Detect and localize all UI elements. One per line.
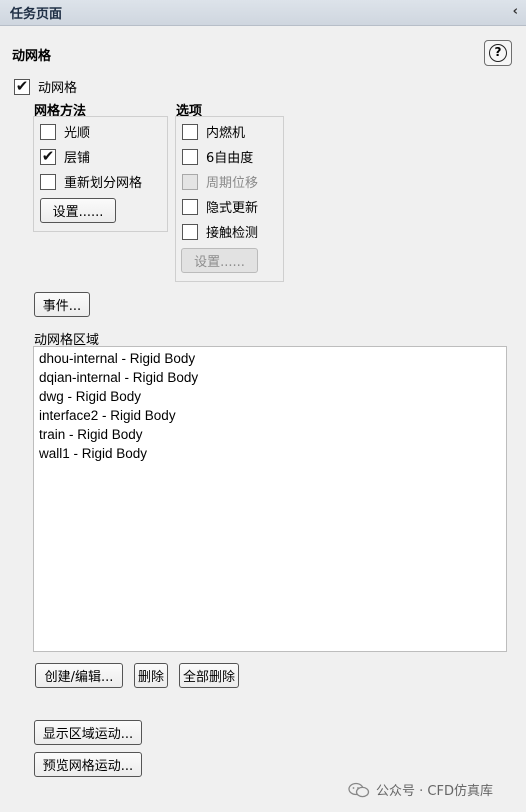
list-item[interactable]: dhou-internal - Rigid Body [34,349,506,368]
method-remeshing-checkbox[interactable] [40,173,56,190]
help-button[interactable]: ? [484,40,512,66]
wechat-icon [348,782,370,798]
method-remeshing-label: 重新划分网格 [64,176,143,191]
mesh-methods-settings-button[interactable]: 设置...... [40,198,116,223]
method-layering-label: 层铺 [64,151,91,166]
dynamic-mesh-checkbox[interactable]: ✔ [14,77,30,95]
option-ic-engine-checkbox[interactable] [182,123,198,140]
option-ic-engine-label: 内燃机 [206,126,246,141]
option-6dof-row[interactable]: 6自由度 [182,147,253,166]
method-remeshing-row[interactable]: 重新划分网格 [40,172,142,191]
window-title: 任务页面 [10,7,63,22]
option-implicit-update-row[interactable]: 隐式更新 [182,197,258,216]
list-item[interactable]: interface2 - Rigid Body [34,406,506,425]
method-smoothing-row[interactable]: 光顺 [40,122,90,141]
dynamic-mesh-label: 动网格 [38,81,78,96]
option-contact-detection-label: 接触检测 [206,226,259,241]
method-smoothing-checkbox[interactable] [40,123,56,140]
option-periodic-displacement-row: 周期位移 [182,172,258,191]
option-6dof-label: 6自由度 [206,151,254,166]
option-implicit-update-label: 隐式更新 [206,201,259,216]
method-layering-checkbox[interactable]: ✔ [40,147,56,165]
option-periodic-displacement-label: 周期位移 [206,176,259,191]
list-item[interactable]: train - Rigid Body [34,425,506,444]
list-item[interactable]: wall1 - Rigid Body [34,444,506,463]
options-settings-button: 设置...... [181,248,258,273]
panel-title: 动网格 [12,49,52,64]
list-item[interactable]: dwg - Rigid Body [34,387,506,406]
chevron-left-icon[interactable]: ‹ [513,4,518,19]
checkmark-icon: ✔ [41,147,55,165]
help-icon: ? [489,44,507,62]
option-implicit-update-checkbox[interactable] [182,198,198,215]
option-ic-engine-row[interactable]: 内燃机 [182,122,245,141]
create-edit-button[interactable]: 创建/编辑... [35,663,123,688]
display-zone-motion-button[interactable]: 显示区域运动... [34,720,142,745]
method-layering-row[interactable]: ✔ 层铺 [40,147,90,166]
option-contact-detection-checkbox[interactable] [182,223,198,240]
watermark-text: 公众号 · CFD仿真库 [376,784,493,799]
task-page-titlebar: 任务页面 ‹ [0,0,526,26]
delete-button[interactable]: 删除 [134,663,168,688]
method-smoothing-label: 光顺 [64,126,91,141]
preview-mesh-motion-button[interactable]: 预览网格运动... [34,752,142,777]
dynamic-mesh-checkbox-row[interactable]: ✔ 动网格 [14,77,77,96]
list-item[interactable]: dqian-internal - Rigid Body [34,368,506,387]
delete-all-button[interactable]: 全部删除 [179,663,239,688]
checkmark-icon: ✔ [15,77,29,95]
option-6dof-checkbox[interactable] [182,148,198,165]
events-button[interactable]: 事件... [34,292,90,317]
zones-listbox[interactable]: dhou-internal - Rigid Body dqian-interna… [33,346,507,652]
watermark: 公众号 · CFD仿真库 [348,780,493,799]
option-contact-detection-row[interactable]: 接触检测 [182,222,258,241]
option-periodic-displacement-checkbox [182,173,198,190]
